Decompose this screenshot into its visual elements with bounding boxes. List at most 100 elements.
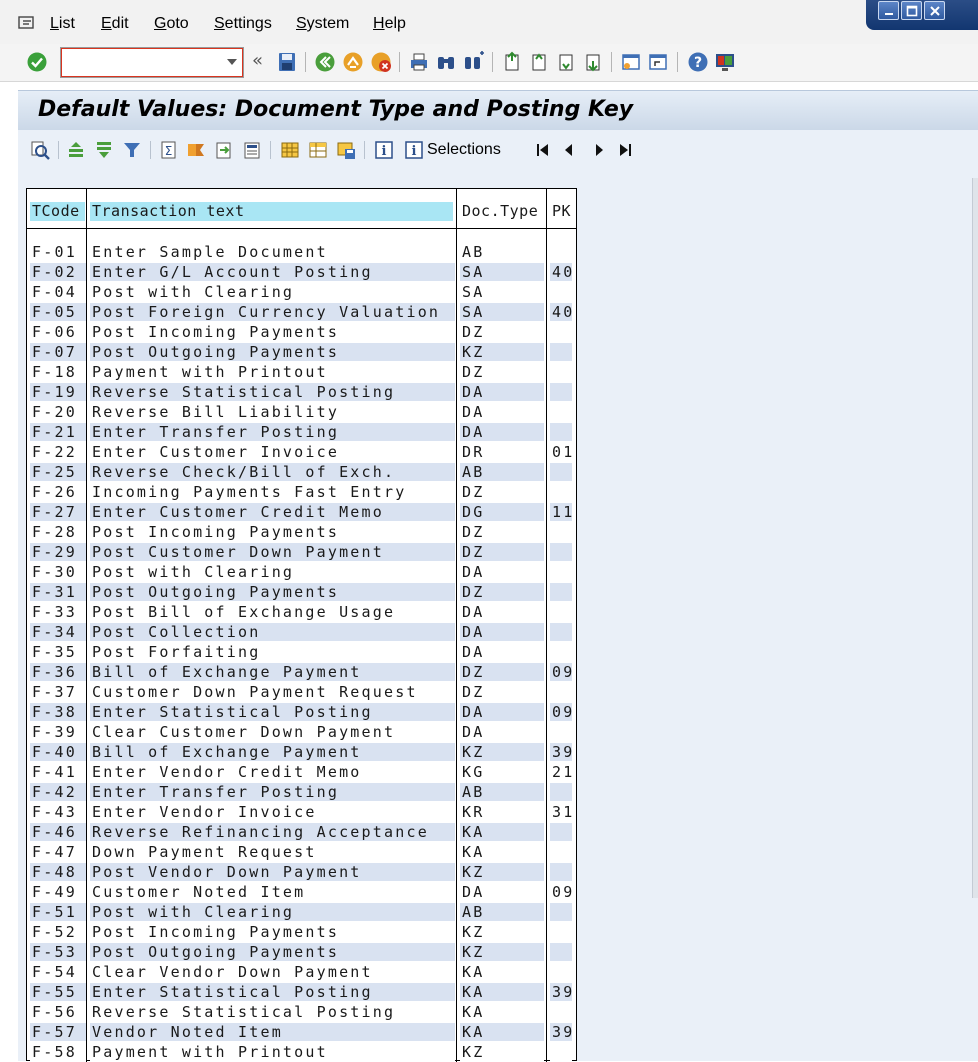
sort-descending-icon[interactable] (94, 140, 114, 160)
table-row[interactable]: F-58 Payment with Printout KZ (27, 1042, 576, 1062)
history-toggle[interactable]: « (252, 50, 263, 71)
total-icon[interactable]: Σ (158, 140, 178, 160)
first-page-icon[interactable] (501, 51, 523, 73)
table-row[interactable]: F-35 Post Forfaiting DA (27, 642, 576, 662)
column-header-transaction-text[interactable]: Transaction text (90, 202, 453, 221)
table-row[interactable]: F-57 Vendor Noted Item KA 39 (27, 1022, 576, 1042)
table-row[interactable]: F-53 Post Outgoing Payments KZ (27, 942, 576, 962)
table-row[interactable]: F-06 Post Incoming Payments DZ (27, 322, 576, 342)
table-row[interactable]: F-47 Down Payment Request KA (27, 842, 576, 862)
vertical-scrollbar[interactable] (972, 178, 978, 898)
cell-tcode: F-01 (30, 243, 86, 261)
table-row[interactable]: F-36 Bill of Exchange Payment DZ 09 (27, 662, 576, 682)
menu-settings[interactable]: Settings (214, 15, 272, 33)
table-row[interactable]: F-19 Reverse Statistical Posting DA (27, 382, 576, 402)
table-row[interactable]: F-01 Enter Sample Document AB (27, 242, 576, 262)
table-row[interactable]: F-07 Post Outgoing Payments KZ (27, 342, 576, 362)
create-session-icon[interactable] (620, 51, 642, 73)
maximize-button[interactable] (901, 1, 922, 20)
table-row[interactable]: F-49 Customer Noted Item DA 09 (27, 882, 576, 902)
export-icon[interactable] (214, 140, 234, 160)
table-row[interactable]: F-42 Enter Transfer Posting AB (27, 782, 576, 802)
subtotals-icon[interactable] (186, 140, 206, 160)
table-row[interactable]: F-54 Clear Vendor Down Payment KA (27, 962, 576, 982)
menu-list[interactable]: List (50, 15, 75, 33)
print-icon[interactable] (408, 51, 430, 73)
table-row[interactable]: F-56 Reverse Statistical Posting KA (27, 1002, 576, 1022)
customize-layout-icon[interactable] (714, 51, 736, 73)
table-row[interactable]: F-27 Enter Customer Credit Memo DG 11 (27, 502, 576, 522)
table-row[interactable]: F-04 Post with Clearing SA (27, 282, 576, 302)
previous-page-icon[interactable] (528, 51, 550, 73)
cell-transaction-text: Post Forfaiting (90, 643, 455, 661)
cancel-icon[interactable] (370, 51, 392, 73)
menu-help[interactable]: Help (373, 15, 406, 33)
table-row[interactable]: F-37 Customer Down Payment Request DZ (27, 682, 576, 702)
last-page-icon[interactable] (582, 51, 604, 73)
help-icon[interactable]: ? (687, 51, 709, 73)
sort-ascending-icon[interactable] (66, 140, 86, 160)
selections-button[interactable]: Selections (427, 141, 501, 159)
menu-edit[interactable]: Edit (101, 15, 129, 33)
table-row[interactable]: F-48 Post Vendor Down Payment KZ (27, 862, 576, 882)
table-row[interactable]: F-55 Enter Statistical Posting KA 39 (27, 982, 576, 1002)
table-row[interactable]: F-18 Payment with Printout DZ (27, 362, 576, 382)
first-page-nav-icon[interactable] (533, 140, 553, 160)
table-row[interactable]: F-41 Enter Vendor Credit Memo KG 21 (27, 762, 576, 782)
find-icon[interactable] (435, 51, 457, 73)
table-row[interactable]: F-40 Bill of Exchange Payment KZ 39 (27, 742, 576, 762)
details-icon[interactable] (30, 140, 50, 160)
exit-icon[interactable] (342, 51, 364, 73)
menu-goto[interactable]: Goto (154, 15, 189, 33)
table-row[interactable]: F-46 Reverse Refinancing Acceptance KA (27, 822, 576, 842)
next-page-icon[interactable] (555, 51, 577, 73)
menu-system[interactable]: System (296, 15, 349, 33)
table-row[interactable]: F-02 Enter G/L Account Posting SA 40 (27, 262, 576, 282)
save-layout-icon[interactable] (336, 140, 356, 160)
close-window-button[interactable] (924, 1, 945, 20)
minimize-button[interactable] (878, 1, 899, 20)
table-row[interactable]: F-51 Post with Clearing AB (27, 902, 576, 922)
table-row[interactable]: F-05 Post Foreign Currency Valuation SA 40 (27, 302, 576, 322)
table-row[interactable]: F-52 Post Incoming Payments KZ (27, 922, 576, 942)
command-input[interactable] (65, 52, 215, 72)
select-layout-icon[interactable] (308, 140, 328, 160)
table-row[interactable]: F-25 Reverse Check/Bill of Exch. AB (27, 462, 576, 482)
table-row[interactable]: F-39 Clear Customer Down Payment DA (27, 722, 576, 742)
chevron-down-icon[interactable] (227, 59, 237, 65)
cell-pk (550, 543, 572, 561)
table-row[interactable]: F-22 Enter Customer Invoice DR 01 (27, 442, 576, 462)
find-next-icon[interactable] (463, 51, 485, 73)
back-icon[interactable] (314, 51, 336, 73)
last-page-nav-icon[interactable] (615, 140, 635, 160)
table-row[interactable]: F-34 Post Collection DA (27, 622, 576, 642)
shortcut-icon[interactable] (647, 51, 669, 73)
selections-info-icon[interactable]: i (404, 140, 424, 160)
table-row[interactable]: F-26 Incoming Payments Fast Entry DZ (27, 482, 576, 502)
info-icon[interactable]: i (374, 140, 394, 160)
table-row[interactable]: F-29 Post Customer Down Payment DZ (27, 542, 576, 562)
table-row[interactable]: F-30 Post with Clearing DA (27, 562, 576, 582)
column-header-pk[interactable]: PK (550, 202, 574, 221)
table-row[interactable]: F-28 Post Incoming Payments DZ (27, 522, 576, 542)
enter-check-icon[interactable] (26, 51, 48, 73)
cell-tcode: F-40 (30, 743, 86, 761)
next-page-nav-icon[interactable] (589, 140, 609, 160)
table-row[interactable]: F-38 Enter Statistical Posting DA 09 (27, 702, 576, 722)
change-layout-icon[interactable] (280, 140, 300, 160)
print-preview-icon[interactable] (242, 140, 262, 160)
cell-tcode: F-07 (30, 343, 86, 361)
save-icon[interactable] (276, 51, 298, 73)
cell-tcode: F-22 (30, 443, 86, 461)
screen-menu-icon[interactable] (18, 16, 36, 30)
filter-icon[interactable] (122, 140, 142, 160)
previous-page-nav-icon[interactable] (559, 140, 579, 160)
table-row[interactable]: F-20 Reverse Bill Liability DA (27, 402, 576, 422)
column-header-doc-type[interactable]: Doc.Type (460, 202, 544, 221)
command-field[interactable] (60, 47, 244, 78)
table-row[interactable]: F-21 Enter Transfer Posting DA (27, 422, 576, 442)
table-row[interactable]: F-33 Post Bill of Exchange Usage DA (27, 602, 576, 622)
table-row[interactable]: F-43 Enter Vendor Invoice KR 31 (27, 802, 576, 822)
column-header-tcode[interactable]: TCode (30, 202, 85, 221)
table-row[interactable]: F-31 Post Outgoing Payments DZ (27, 582, 576, 602)
